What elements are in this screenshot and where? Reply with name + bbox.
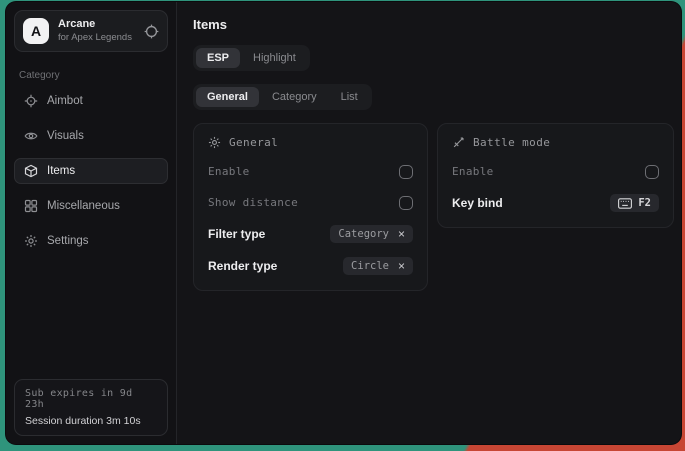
keyboard-icon bbox=[618, 198, 632, 209]
grid-icon bbox=[24, 199, 38, 213]
sidebar-item-aimbot[interactable]: Aimbot bbox=[14, 88, 168, 114]
show-distance-row: Show distance bbox=[208, 194, 413, 211]
app-window: A Arcane for Apex Legends Category bbox=[6, 2, 681, 444]
clear-icon[interactable]: × bbox=[398, 261, 405, 271]
tab-highlight[interactable]: Highlight bbox=[242, 48, 307, 68]
sidebar-item-label: Items bbox=[47, 165, 75, 177]
battle-enable-row: Enable bbox=[452, 163, 659, 180]
sidebar-item-visuals[interactable]: Visuals bbox=[14, 123, 168, 149]
battle-enable-checkbox[interactable] bbox=[645, 165, 659, 179]
filter-type-select[interactable]: Category × bbox=[330, 225, 413, 243]
key-bind-button[interactable]: F2 bbox=[610, 194, 659, 212]
subscription-info-card: Sub expires in 9d 23h Session duration 3… bbox=[14, 379, 168, 436]
sidebar-item-settings[interactable]: Settings bbox=[14, 228, 168, 254]
sidebar-item-label: Miscellaneous bbox=[47, 200, 120, 212]
key-bind-row: Key bind F2 bbox=[452, 194, 659, 212]
sword-icon bbox=[452, 136, 465, 149]
sidebar-section-label: Category bbox=[19, 70, 163, 81]
render-type-value: Circle bbox=[351, 260, 389, 272]
sidebar-item-label: Visuals bbox=[47, 130, 84, 142]
filter-type-value: Category bbox=[338, 228, 389, 240]
battle-panel-title: Battle mode bbox=[473, 136, 550, 149]
show-distance-checkbox[interactable] bbox=[399, 196, 413, 210]
filter-type-label: Filter type bbox=[208, 227, 265, 241]
sidebar: A Arcane for Apex Legends Category bbox=[6, 2, 177, 444]
mode-tabs-row: ESP Highlight bbox=[193, 45, 674, 71]
target-icon bbox=[144, 24, 159, 39]
general-panel-header: General bbox=[208, 136, 413, 149]
battle-enable-label: Enable bbox=[452, 165, 494, 178]
brand-logo: A bbox=[23, 18, 49, 44]
general-panel: General Enable Show distance Filter type… bbox=[193, 123, 428, 291]
sidebar-item-label: Aimbot bbox=[47, 95, 83, 107]
show-distance-label: Show distance bbox=[208, 196, 298, 209]
general-panel-title: General bbox=[229, 136, 278, 149]
tab-esp[interactable]: ESP bbox=[196, 48, 240, 68]
sub-expires-text: Sub expires in 9d 23h bbox=[25, 388, 157, 410]
render-type-row: Render type Circle × bbox=[208, 257, 413, 275]
eye-icon bbox=[24, 129, 38, 143]
crosshair-icon bbox=[24, 94, 38, 108]
render-type-label: Render type bbox=[208, 259, 277, 273]
enable-row: Enable bbox=[208, 163, 413, 180]
brand-subtitle: for Apex Legends bbox=[58, 32, 132, 44]
main-content: Items ESP Highlight General Category Lis… bbox=[177, 2, 681, 444]
sidebar-item-miscellaneous[interactable]: Miscellaneous bbox=[14, 193, 168, 219]
sidebar-item-label: Settings bbox=[47, 235, 89, 247]
filter-type-row: Filter type Category × bbox=[208, 225, 413, 243]
tab-category[interactable]: Category bbox=[261, 87, 328, 107]
tab-general[interactable]: General bbox=[196, 87, 259, 107]
panels: General Enable Show distance Filter type… bbox=[193, 123, 674, 291]
key-bind-value: F2 bbox=[638, 197, 651, 209]
brand-card: A Arcane for Apex Legends bbox=[14, 10, 168, 52]
enable-checkbox[interactable] bbox=[399, 165, 413, 179]
session-duration-text: Session duration 3m 10s bbox=[25, 415, 157, 427]
sidebar-nav: Aimbot Visuals bbox=[6, 83, 176, 258]
brand-name: Arcane bbox=[58, 18, 132, 32]
sidebar-item-items[interactable]: Items bbox=[14, 158, 168, 184]
key-bind-label: Key bind bbox=[452, 196, 503, 210]
brand-text: Arcane for Apex Legends bbox=[58, 18, 132, 44]
settings-sun-icon bbox=[208, 136, 221, 149]
package-icon bbox=[24, 164, 38, 178]
render-type-select[interactable]: Circle × bbox=[343, 257, 413, 275]
view-tabs-row: General Category List bbox=[193, 84, 674, 110]
view-tabs: General Category List bbox=[193, 84, 372, 110]
enable-label: Enable bbox=[208, 165, 250, 178]
gear-icon bbox=[24, 234, 38, 248]
tab-list[interactable]: List bbox=[330, 87, 369, 107]
page-title: Items bbox=[193, 17, 674, 32]
battle-mode-panel: Battle mode Enable Key bind bbox=[437, 123, 674, 228]
clear-icon[interactable]: × bbox=[398, 229, 405, 239]
mode-tabs: ESP Highlight bbox=[193, 45, 310, 71]
battle-panel-header: Battle mode bbox=[452, 136, 659, 149]
